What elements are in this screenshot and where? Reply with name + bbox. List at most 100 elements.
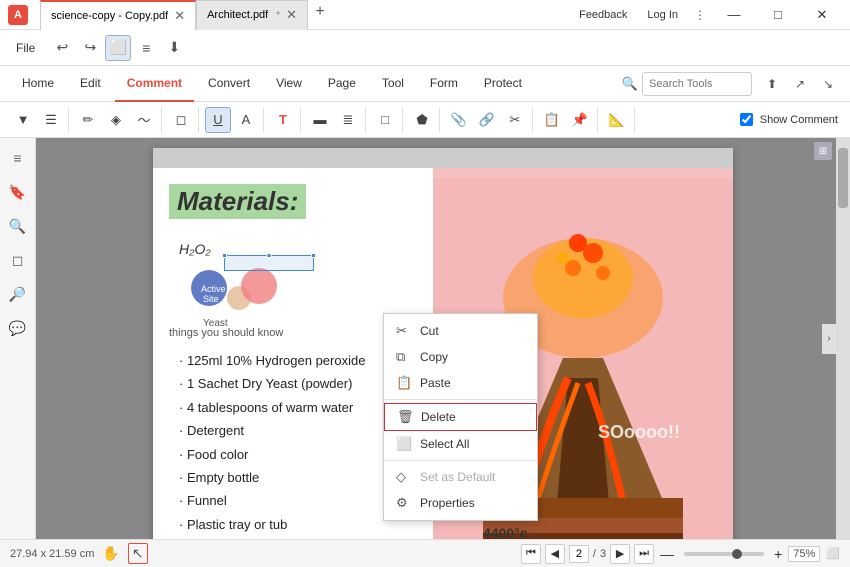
zoom-thumb[interactable] xyxy=(732,549,742,559)
underline-dropdown-btn[interactable]: A xyxy=(233,107,259,133)
select-tool-btn[interactable]: ▼ xyxy=(10,107,36,133)
tab-2[interactable]: Architect.pdf * ✕ xyxy=(196,0,308,30)
tab-2-close[interactable]: ✕ xyxy=(286,7,297,23)
ctx-copy[interactable]: ⧉ Copy xyxy=(384,344,537,370)
ctx-sep-2 xyxy=(384,460,537,461)
page-first-button[interactable]: ⏮ xyxy=(521,544,541,564)
search-tools-input[interactable] xyxy=(642,72,752,96)
zoom-in-button[interactable]: + xyxy=(774,546,782,562)
callout-tool-btn[interactable]: ≣ xyxy=(335,107,361,133)
sidebar-zoom-icon[interactable]: 🔎 xyxy=(6,282,30,306)
ctx-cut[interactable]: ✂ Cut xyxy=(384,318,537,344)
more-button[interactable]: ⬇ xyxy=(161,35,187,61)
erase-tool-btn[interactable]: ◻ xyxy=(168,107,194,133)
tab-protect[interactable]: Protect xyxy=(472,66,534,102)
login-button[interactable]: Log In xyxy=(639,7,686,23)
file-menu[interactable]: File xyxy=(6,30,45,66)
tab-edit[interactable]: Edit xyxy=(68,66,113,102)
ctx-select-all[interactable]: ⬜ Select All xyxy=(384,431,537,457)
tab-page[interactable]: Page xyxy=(316,66,368,102)
tab-2-label: Architect.pdf xyxy=(207,9,268,21)
link-btn[interactable]: 🔗 xyxy=(474,107,500,133)
close-button[interactable]: ✕ xyxy=(802,0,842,30)
cursor-icon[interactable]: ✋ xyxy=(102,545,119,562)
redo-button[interactable]: ↪ xyxy=(77,35,103,61)
draw-tool-group: ✏ ◈ 〜 xyxy=(71,107,162,133)
ctx-delete[interactable]: 🗑 Delete xyxy=(384,403,537,431)
select-all-label: Select All xyxy=(420,437,469,451)
show-comment-check[interactable] xyxy=(740,113,753,126)
collapse-panel-arrow[interactable]: › xyxy=(822,324,836,354)
settings-button[interactable]: ≡ xyxy=(133,35,159,61)
titlebar: A science-copy - Copy.pdf ✕ Architect.pd… xyxy=(0,0,850,30)
page-prev-button[interactable]: ◀ xyxy=(545,544,565,564)
page-next-button[interactable]: ▶ xyxy=(610,544,630,564)
pen-tool-btn[interactable]: ✏ xyxy=(75,107,101,133)
sidebar-menu-icon[interactable]: ≡ xyxy=(6,146,30,170)
statusbar-left: 27.94 x 21.59 cm ✋ ↖ xyxy=(10,543,148,564)
tab-form[interactable]: Form xyxy=(418,66,470,102)
zoom-level-display[interactable]: 75% xyxy=(788,546,820,562)
ctx-properties[interactable]: ⚙ Properties xyxy=(384,490,537,516)
maximize-button[interactable]: □ xyxy=(758,0,798,30)
share-icon[interactable]: ⬆ xyxy=(760,72,784,96)
sidebar-search-icon[interactable]: 🔍 xyxy=(6,214,30,238)
erase-tool-group: ◻ xyxy=(164,107,199,133)
select-dropdown-btn[interactable]: ☰ xyxy=(38,107,64,133)
zoom-slider[interactable] xyxy=(684,552,764,556)
zoom-out-button[interactable]: — xyxy=(660,546,674,562)
pdf-page: Materials: H₂O₂ Active Site Yeast xyxy=(153,148,733,539)
text-tool-btn[interactable]: T xyxy=(270,107,296,133)
fit-page-button[interactable]: ⬜ xyxy=(826,547,840,560)
undo-button[interactable]: ↩ xyxy=(49,35,75,61)
area-btn[interactable]: 📐 xyxy=(604,107,630,133)
collapse-icon[interactable]: ↘ xyxy=(816,72,840,96)
ctx-set-default[interactable]: ◇ Set as Default xyxy=(384,464,537,490)
new-tab-button[interactable]: + xyxy=(308,0,332,24)
search-tools-area: 🔍 xyxy=(622,72,752,96)
clip-btn[interactable]: ✂ xyxy=(502,107,528,133)
titlebar-actions: Feedback Log In ⋮ xyxy=(571,7,710,23)
show-comment-label: Show Comment xyxy=(760,114,838,126)
tab-convert[interactable]: Convert xyxy=(196,66,262,102)
tab-tool[interactable]: Tool xyxy=(370,66,416,102)
stamp-tool-btn[interactable]: ⬟ xyxy=(409,107,435,133)
underline-tool-group: U A xyxy=(201,107,264,133)
underline-tool-btn[interactable]: U xyxy=(205,107,231,133)
scroll-thumb[interactable] xyxy=(838,148,848,208)
new-doc-button[interactable]: ⬜ xyxy=(105,35,131,61)
page-last-button[interactable]: ⏭ xyxy=(634,544,654,564)
cut-label: Cut xyxy=(420,324,439,338)
tab-comment[interactable]: Comment xyxy=(115,66,194,102)
panel-icon[interactable]: ⊞ xyxy=(814,142,832,160)
more-menu-icon[interactable]: ⋮ xyxy=(690,8,710,22)
select-cursor-icon[interactable]: ↖ xyxy=(128,543,148,564)
page-nav: ⏮ ◀ / 3 ▶ ⏭ xyxy=(521,544,654,564)
set-default-icon: ◇ xyxy=(396,469,412,485)
sel-handle-tr xyxy=(311,253,316,258)
show-comment-checkbox[interactable]: Show Comment xyxy=(740,113,838,126)
tab-home[interactable]: Home xyxy=(10,66,66,102)
freehand-tool-btn[interactable]: 〜 xyxy=(131,107,157,133)
page-number-input[interactable] xyxy=(569,545,589,563)
measure2-btn[interactable]: 📌 xyxy=(567,107,593,133)
measure-btn[interactable]: 📋 xyxy=(539,107,565,133)
scroll-bar-right[interactable] xyxy=(836,138,850,539)
sidebar-pages-icon[interactable]: ◻ xyxy=(6,248,30,272)
copy-icon: ⧉ xyxy=(396,349,412,365)
tab-1-close[interactable]: ✕ xyxy=(174,8,185,24)
tab-1[interactable]: science-copy - Copy.pdf ✕ xyxy=(40,0,196,30)
sidebar-bookmark-icon[interactable]: 🔖 xyxy=(6,180,30,204)
feedback-button[interactable]: Feedback xyxy=(571,7,635,23)
textbox-tool-btn[interactable]: ▬ xyxy=(307,107,333,133)
menu-icons-group: ↩ ↪ ⬜ ≡ ⬇ xyxy=(49,35,187,61)
materials-title: Materials: xyxy=(169,184,306,219)
attach-file-btn[interactable]: 📎 xyxy=(446,107,472,133)
shape-tool-btn[interactable]: □ xyxy=(372,107,398,133)
minimize-button[interactable]: — xyxy=(714,0,754,30)
expand-icon[interactable]: ↗ xyxy=(788,72,812,96)
highlighter-tool-btn[interactable]: ◈ xyxy=(103,107,129,133)
tab-view[interactable]: View xyxy=(264,66,314,102)
ctx-paste[interactable]: 📋 Paste xyxy=(384,370,537,396)
sidebar-comment-icon[interactable]: 💬 xyxy=(6,316,30,340)
